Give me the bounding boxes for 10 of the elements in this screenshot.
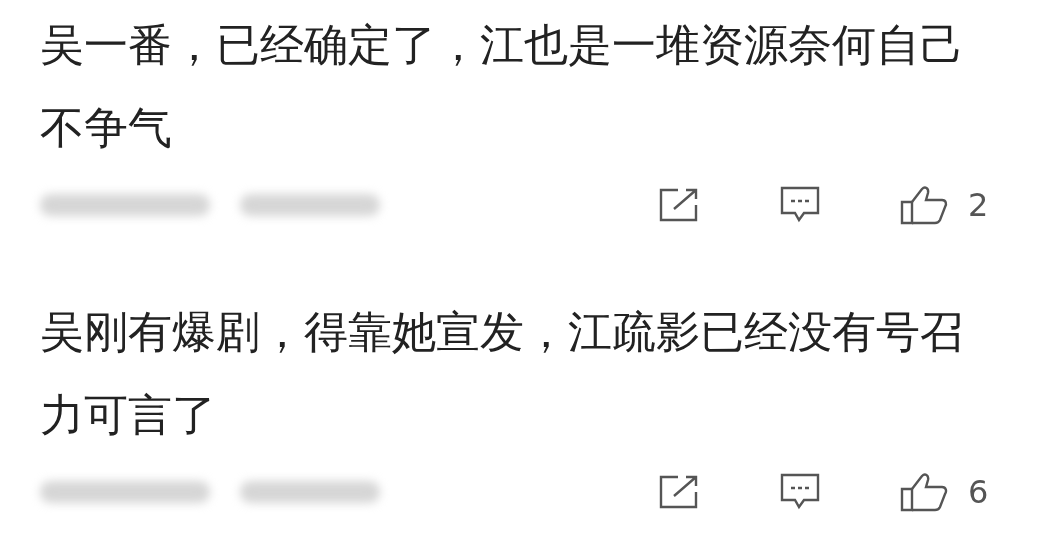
comment-icon[interactable] xyxy=(780,186,820,224)
comment-icon[interactable] xyxy=(780,473,820,511)
share-icon[interactable] xyxy=(658,187,700,223)
thumbs-up-icon[interactable] xyxy=(900,185,948,225)
like-count: 6 xyxy=(968,473,989,511)
thumbs-up-icon[interactable] xyxy=(900,472,948,512)
comment-text: 吴刚有爆剧，得靠她宣发，江疏影已经没有号召力可言了 xyxy=(40,305,965,442)
share-icon[interactable] xyxy=(658,474,700,510)
like-count: 2 xyxy=(968,186,989,224)
comment-text: 吴一番，已经确定了，江也是一堆资源奈何自己不争气 xyxy=(40,18,965,155)
